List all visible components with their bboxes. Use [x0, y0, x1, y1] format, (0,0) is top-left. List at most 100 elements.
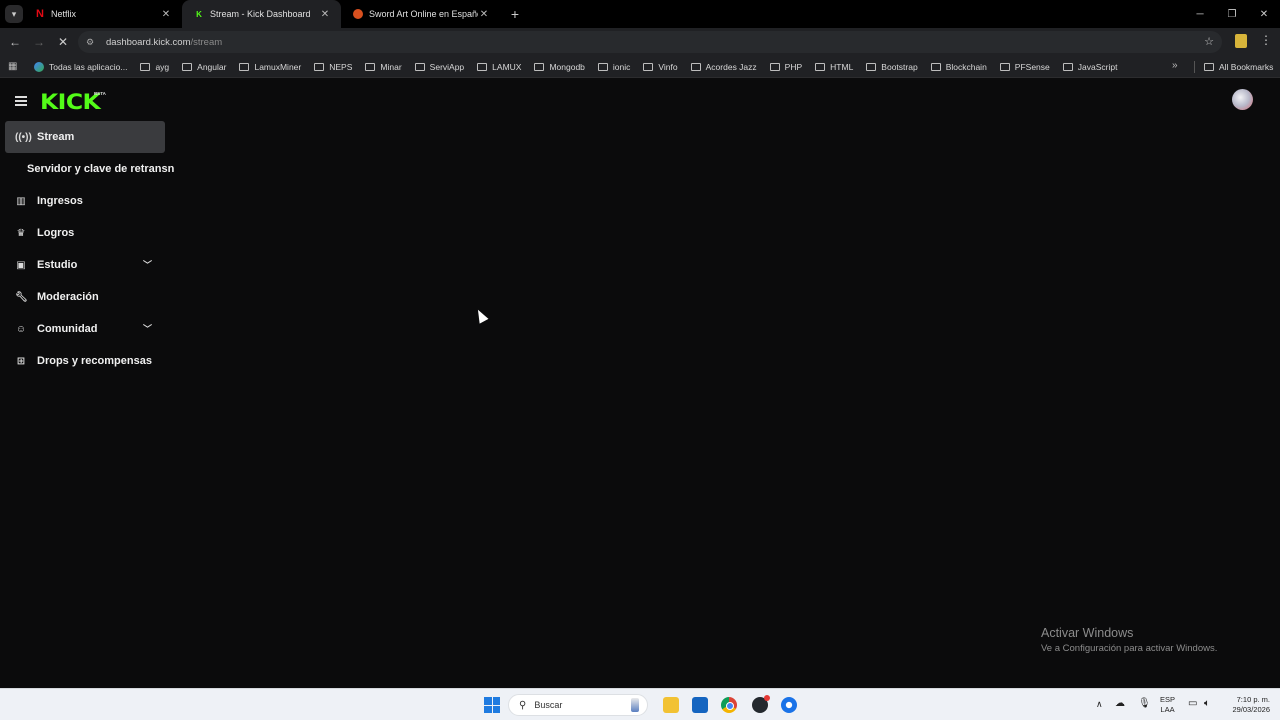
tab-netflix[interactable]: N Netflix ✕	[23, 0, 182, 28]
folder-icon	[239, 62, 250, 71]
language-indicator[interactable]: ESP LAA	[1160, 695, 1175, 720]
tab-search-icon[interactable]: ▾	[5, 5, 23, 23]
bookmark-item[interactable]: Todas las aplicacio...	[34, 61, 127, 72]
chrome-icon[interactable]	[721, 697, 737, 713]
all-bookmarks-button[interactable]: All Bookmarks	[1204, 56, 1273, 78]
screen: ▾ N Netflix ✕ K Stream - Kick Dashboard …	[0, 0, 1280, 720]
bookmark-item[interactable]: Bootstrap	[866, 62, 918, 72]
close-icon[interactable]: ✕	[319, 9, 331, 20]
back-icon[interactable]: ←	[3, 30, 27, 54]
crunchy-icon	[353, 9, 363, 19]
close-icon[interactable]: ✕	[478, 9, 490, 20]
volume-icon[interactable]: 🔈︎	[1204, 698, 1210, 720]
store-icon[interactable]	[692, 697, 708, 713]
bookmark-item[interactable]: HTML	[815, 62, 853, 72]
close-icon[interactable]: ✕	[160, 9, 172, 20]
bookmark-label: Vinfo	[658, 61, 678, 72]
gift-icon: ⊞	[16, 355, 26, 367]
address-bar[interactable]: ⚙ dashboard.kick.com/stream ☆	[78, 31, 1222, 53]
sidebar-item-comunidad[interactable]: ☺ Comunidad ﹀	[5, 313, 180, 345]
folder-icon	[140, 62, 151, 71]
bookmark-item[interactable]: Acordes Jazz	[690, 61, 757, 72]
bookmark-item[interactable]: ServiApp	[414, 61, 465, 72]
bookmark-item[interactable]: Mongodb	[534, 62, 585, 72]
bookmark-item[interactable]: Blockchain	[930, 61, 987, 72]
bookmark-item[interactable]: Vinfo	[643, 61, 678, 72]
menu-icon[interactable]	[15, 96, 27, 106]
forward-icon[interactable]: →	[27, 30, 51, 54]
kick-dashboard-page: KICK BETA ((•)) Stream Servidor y clave …	[0, 79, 1280, 688]
window-controls: ─ ❐ ✕	[1184, 0, 1280, 28]
sidebar-item-drops[interactable]: ⊞ Drops y recompensas	[5, 345, 180, 377]
beta-badge: BETA	[94, 91, 106, 96]
chevron-down-icon[interactable]: ﹀	[143, 258, 152, 271]
file-explorer-icon[interactable]	[663, 697, 679, 713]
tab-title: Stream - Kick Dashboard	[210, 9, 311, 19]
folder-icon	[365, 62, 376, 71]
bookmark-item[interactable]: LAMUX	[477, 62, 521, 72]
bookmark-item[interactable]: NEPS	[314, 62, 352, 72]
sidebar-item-stream[interactable]: ((•)) Stream	[5, 121, 165, 153]
bookmark-item[interactable]: JavaScript	[1062, 61, 1118, 72]
tab-title: Netflix	[51, 9, 77, 19]
apps-grid-icon[interactable]: ▦	[8, 61, 20, 72]
tab-kick-dashboard[interactable]: K Stream - Kick Dashboard ✕	[182, 0, 341, 28]
trophy-icon: ♛	[16, 227, 26, 239]
more-bookmarks-icon[interactable]: »	[1172, 60, 1178, 71]
github-desktop-icon[interactable]	[752, 695, 770, 713]
bookmark-label: Blockchain	[945, 61, 987, 72]
bookmark-item[interactable]: ionic	[597, 62, 630, 72]
bookmark-label: ServiApp	[429, 61, 465, 72]
avatar[interactable]	[1232, 89, 1253, 110]
windows-start-icon[interactable]	[484, 697, 500, 713]
sidebar-item-moderacion[interactable]: 🔧︎ Moderación	[5, 281, 180, 313]
netflix-icon: N	[36, 8, 44, 20]
sidebar-item-ingresos[interactable]: ▥ Ingresos	[5, 185, 180, 217]
bookmark-star-icon[interactable]: ☆	[1204, 35, 1214, 48]
stop-loading-icon[interactable]: ✕	[51, 30, 75, 54]
url-path: /stream	[190, 36, 223, 48]
kick-logo[interactable]: KICK	[40, 90, 101, 114]
sidebar-item-estudio[interactable]: ▣ Estudio ﹀	[5, 249, 180, 281]
sidebar-nav: ((•)) Stream Servidor y clave de retrans…	[5, 121, 180, 377]
windows-activation-watermark: Activar Windows Ve a Configuración para …	[1041, 626, 1217, 654]
microphone-icon[interactable]: 🎙︎	[1138, 698, 1151, 720]
bookmark-item[interactable]: PHP	[769, 61, 803, 72]
bookmark-label: JavaScript	[1077, 61, 1118, 72]
minimize-icon[interactable]: ─	[1184, 0, 1216, 28]
tab-strip: ▾ N Netflix ✕ K Stream - Kick Dashboard …	[0, 0, 1280, 28]
restore-icon[interactable]: ❐	[1216, 0, 1248, 28]
extension-icon[interactable]	[1235, 34, 1247, 48]
taskbar-search-input[interactable]: ⚲ Buscar	[508, 694, 648, 716]
mouse-cursor	[473, 307, 489, 324]
cloud-icon[interactable]: ☁	[1115, 698, 1125, 720]
chevron-down-icon[interactable]: ﹀	[143, 322, 152, 335]
studio-icon: ▣	[16, 259, 26, 271]
bookmark-item[interactable]: LamuxMiner	[239, 62, 301, 72]
close-window-icon[interactable]: ✕	[1248, 0, 1280, 28]
bookmark-item[interactable]: Minar	[365, 62, 402, 72]
network-icon[interactable]: ▭	[1188, 698, 1197, 720]
bookmark-label: ayg	[155, 61, 170, 72]
site-info-icon[interactable]: ⚙	[86, 37, 100, 48]
bookmark-label: Acordes Jazz	[705, 61, 757, 72]
sidebar-item-label: Drops y recompensas	[37, 355, 152, 367]
app-icon[interactable]	[781, 697, 797, 713]
tab-sword-art-online[interactable]: Sword Art Online en Español - ✕	[341, 0, 500, 28]
bookmark-item[interactable]: PFSense	[999, 62, 1050, 72]
folder-icon	[815, 62, 826, 71]
folder-icon	[866, 62, 877, 71]
sidebar-item-stream-key[interactable]: Servidor y clave de retransn	[5, 153, 180, 185]
bookmark-label: PHP	[784, 61, 803, 72]
bookmark-item[interactable]: ayg	[140, 62, 169, 72]
bookmark-item[interactable]: Angular	[182, 62, 226, 72]
new-tab-button[interactable]: +	[504, 6, 526, 22]
chevron-up-icon[interactable]: ∧	[1096, 699, 1103, 720]
sidebar-item-label: Comunidad	[37, 323, 98, 335]
system-clock[interactable]: 7:10 p. m. 29/03/2026	[1226, 695, 1270, 720]
clock-time: 7:10 p. m.	[1236, 695, 1270, 704]
chart-icon: ▥	[16, 195, 26, 207]
browser-menu-icon[interactable]: ⋮	[1260, 33, 1272, 47]
bookmark-label: NEPS	[329, 61, 353, 72]
sidebar-item-logros[interactable]: ♛ Logros	[5, 217, 180, 249]
